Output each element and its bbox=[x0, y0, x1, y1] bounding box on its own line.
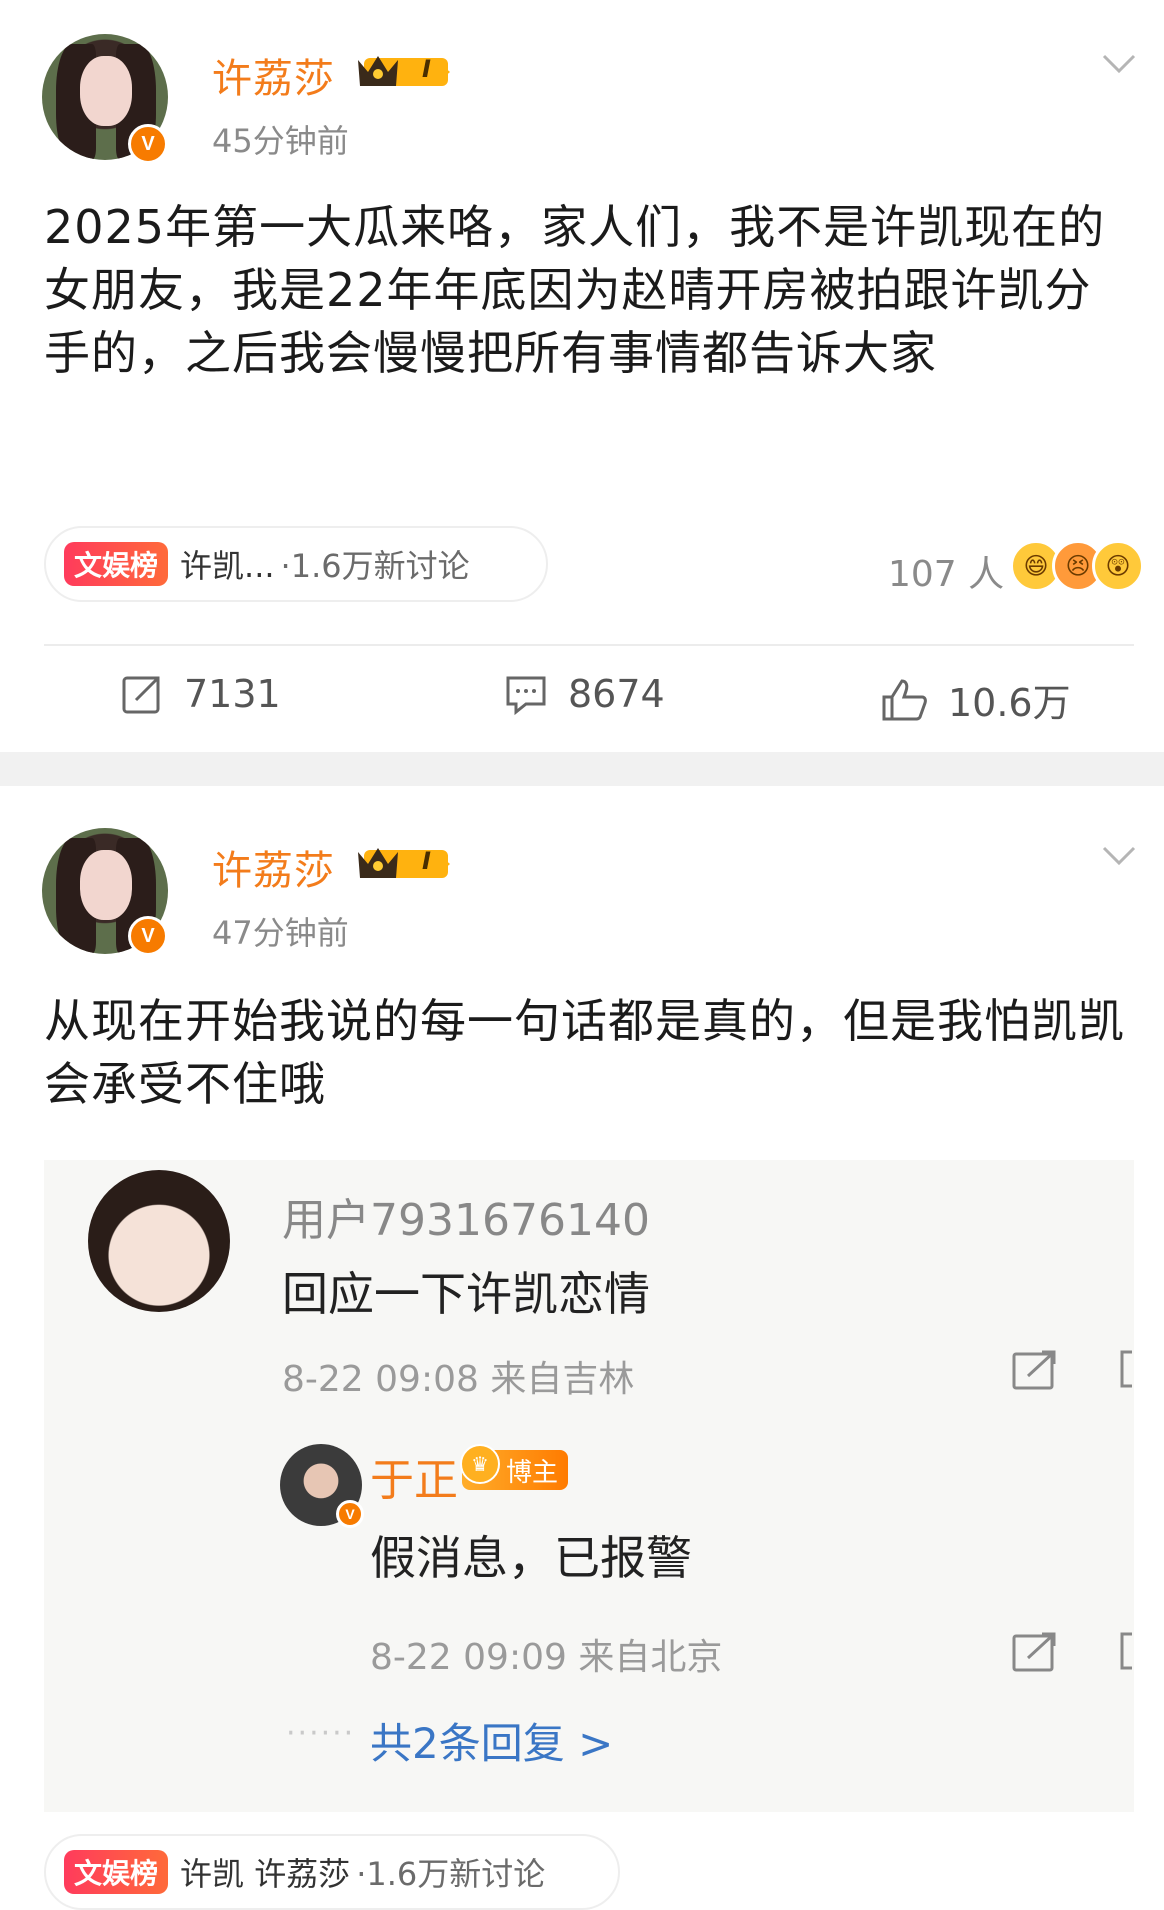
comment-text: 回应一下许凯恋情 bbox=[282, 1267, 650, 1321]
more-replies-link[interactable]: 共2条回复 > bbox=[370, 1710, 613, 1771]
reply-author-name[interactable]: 于正 bbox=[370, 1444, 458, 1508]
reply-text: 假消息，已报警 bbox=[370, 1531, 692, 1585]
author-name[interactable]: 许荔莎 bbox=[212, 838, 335, 896]
thread-dots: ······ bbox=[286, 1716, 356, 1751]
reply-icon[interactable] bbox=[1120, 1348, 1134, 1392]
repost-icon bbox=[122, 676, 160, 714]
reply-meta: 8-22 09:09 来自北京 bbox=[370, 1637, 723, 1678]
quoted-comment[interactable]: 用户7931676140 回应一下许凯恋情 8-22 09:08 来自吉林 V … bbox=[44, 1160, 1134, 1812]
reply-icon[interactable] bbox=[1120, 1630, 1134, 1674]
like-count: 10.6万 bbox=[948, 681, 1071, 725]
topic-name: 许凯... bbox=[180, 547, 275, 585]
chevron-down-icon[interactable] bbox=[1102, 54, 1136, 74]
verified-badge-icon: V bbox=[128, 124, 168, 164]
commenter-avatar[interactable] bbox=[88, 1170, 230, 1312]
reaction-count[interactable]: 107 人 bbox=[888, 545, 1004, 597]
share-icon[interactable] bbox=[1010, 1630, 1058, 1674]
post-separator bbox=[0, 752, 1164, 786]
post-text: 从现在开始我说的每一句话都是真的，但是我怕凯凯会承受不住哦 bbox=[44, 994, 1125, 1111]
chevron-down-icon[interactable] bbox=[1102, 846, 1136, 866]
repost-count: 7131 bbox=[184, 672, 281, 716]
blogger-badge-label: 博主 bbox=[505, 1457, 558, 1488]
comment-count: 8674 bbox=[568, 672, 665, 716]
topic-tag: 文娱榜 bbox=[64, 542, 169, 586]
level-text: I bbox=[422, 847, 431, 875]
topic-chip[interactable]: 文娱榜 许凯 许荔莎 ·1.6万新讨论 bbox=[44, 1834, 620, 1910]
crown-icon: ♛ bbox=[460, 1444, 500, 1484]
comment-icon bbox=[506, 676, 546, 716]
commenter-name[interactable]: 用户7931676140 bbox=[282, 1184, 650, 1248]
topic-name: 许凯 许荔莎 bbox=[180, 1855, 351, 1893]
verified-badge-icon: V bbox=[336, 1500, 364, 1528]
comment-button[interactable]: 8674 bbox=[504, 672, 665, 716]
share-icon[interactable] bbox=[1010, 1348, 1058, 1392]
member-crown-icon bbox=[358, 56, 450, 86]
member-crown-icon bbox=[358, 848, 450, 878]
author-name[interactable]: 许荔莎 bbox=[212, 46, 335, 104]
topic-tag: 文娱榜 bbox=[64, 1850, 169, 1894]
thumbs-up-icon bbox=[882, 678, 927, 720]
topic-chip[interactable]: 文娱榜 许凯... ·1.6万新讨论 bbox=[44, 526, 548, 602]
post-card-1: V 许荔莎 I 45分钟前 2025年第一大瓜来咯，家人们，我不是许凯现在的女朋… bbox=[0, 0, 1164, 752]
post-card-2: V 许荔莎 I 47分钟前 从现在开始我说的每一句话都是真的，但是我怕凯凯会承受… bbox=[0, 786, 1164, 1910]
verified-badge-icon: V bbox=[128, 916, 168, 956]
topic-count: ·1.6万新讨论 bbox=[280, 547, 470, 585]
repost-button[interactable]: 7131 bbox=[120, 672, 281, 716]
post-text: 2025年第一大瓜来咯，家人们，我不是许凯现在的女朋友，我是22年年底因为赵晴开… bbox=[44, 200, 1106, 380]
comment-meta: 8-22 09:08 来自吉林 bbox=[282, 1359, 635, 1400]
topic-count: ·1.6万新讨论 bbox=[356, 1855, 546, 1893]
like-button[interactable]: 10.6万 bbox=[880, 672, 1071, 727]
shock-emoji-icon: 😲 bbox=[1092, 540, 1144, 592]
post-time: 47分钟前 bbox=[212, 914, 349, 952]
divider bbox=[44, 644, 1134, 646]
post-time: 45分钟前 bbox=[212, 122, 349, 160]
level-text: I bbox=[422, 55, 431, 83]
